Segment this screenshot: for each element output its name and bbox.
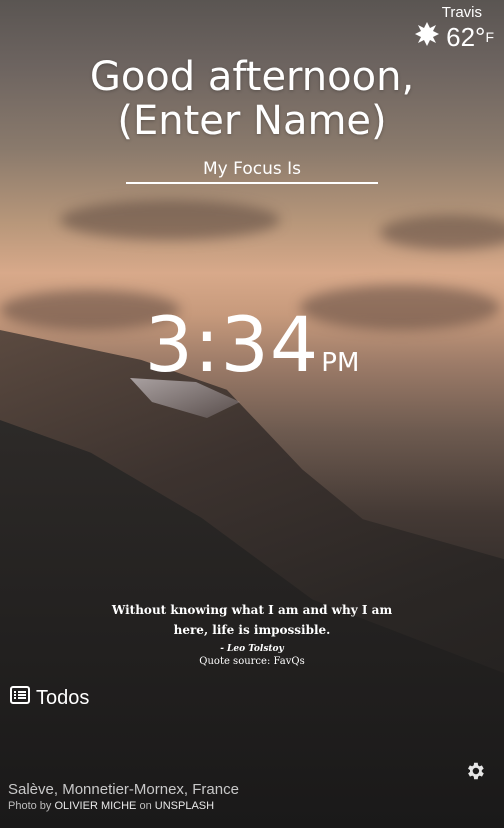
clock-ampm: PM [321, 348, 360, 378]
cloud [60, 200, 280, 240]
quote-source[interactable]: Quote source: FavQs [110, 656, 394, 667]
photo-attribution: Photo by OLIVIER MICHE on UNSPLASH [8, 800, 239, 812]
photo-location[interactable]: Salève, Monnetier-Mornex, France [8, 781, 239, 798]
unsplash-link[interactable]: UNSPLASH [155, 800, 214, 812]
photo-on: on [139, 800, 152, 812]
name-field[interactable]: (Enter Name) [0, 99, 504, 143]
greeting: Good afternoon, (Enter Name) [0, 55, 504, 143]
weather-widget[interactable]: Travis 62°F [414, 4, 494, 52]
photo-prefix: Photo by [8, 800, 52, 812]
quote-text: Without knowing what I am and why I am h… [111, 603, 393, 637]
quote: Without knowing what I am and why I am h… [110, 600, 394, 667]
weather-location: Travis [441, 4, 482, 21]
todos-button[interactable]: Todos [10, 686, 89, 710]
clock-time: 3:34 [144, 300, 320, 389]
gear-icon[interactable] [464, 760, 486, 782]
greeting-line1: Good afternoon, [89, 54, 415, 100]
sun-icon [414, 21, 440, 52]
focus-input[interactable]: My Focus Is [126, 159, 378, 184]
photographer-link[interactable]: OLIVIER MICHE [54, 800, 136, 812]
photo-credit: Salève, Monnetier-Mornex, France Photo b… [8, 781, 239, 812]
weather-temperature: 62°F [446, 21, 494, 52]
weather-unit: F [485, 28, 494, 45]
todos-label: Todos [36, 686, 90, 709]
clock: 3:34PM [0, 300, 504, 389]
quote-author: - Leo Tolstoy [220, 644, 284, 654]
list-icon [10, 686, 30, 710]
